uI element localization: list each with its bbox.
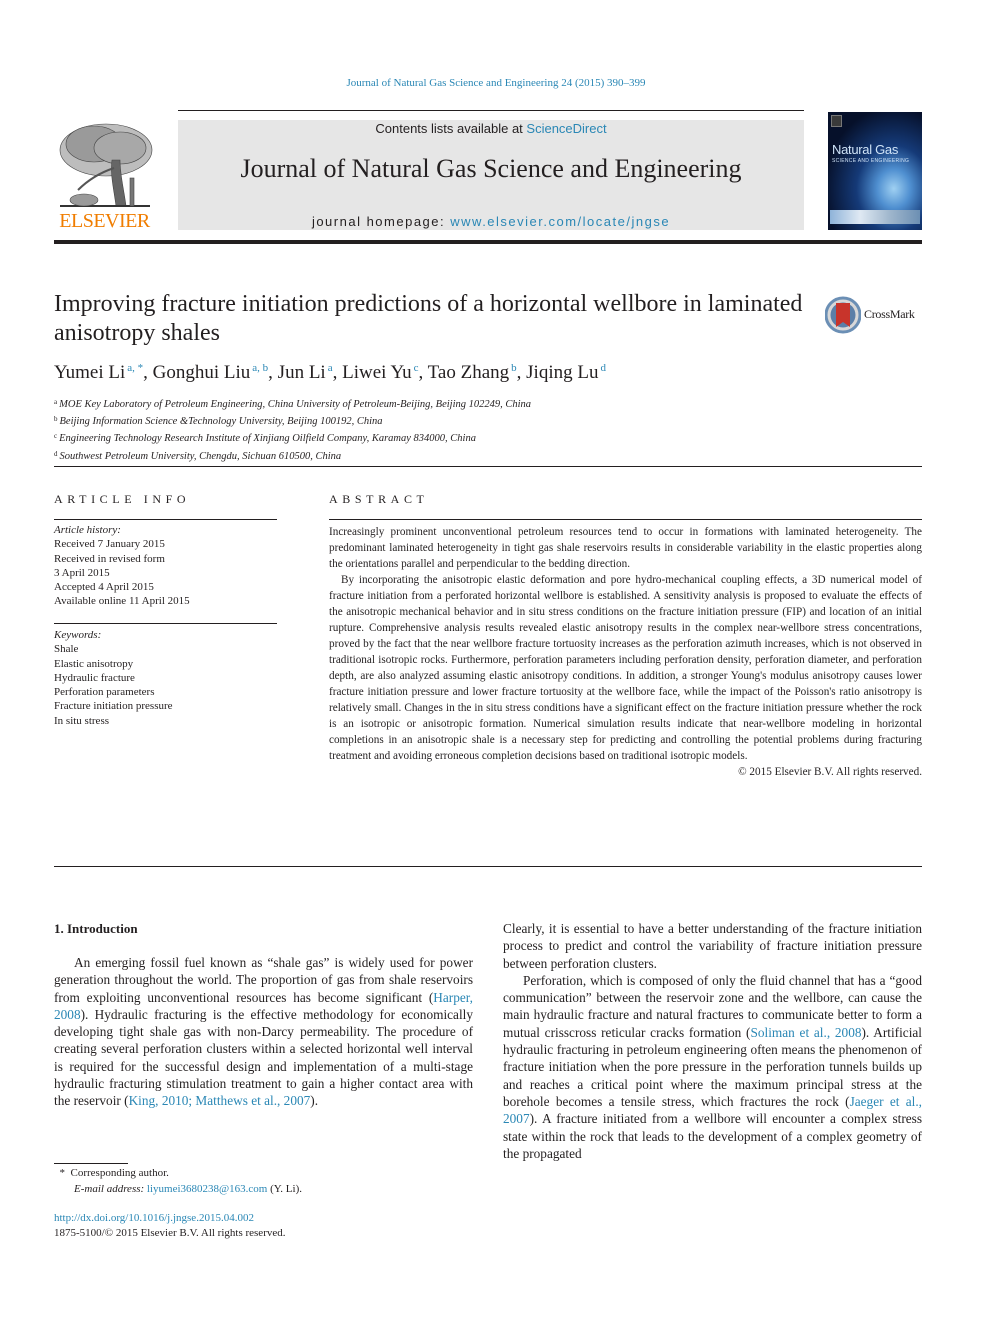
- keywords-divider: [54, 623, 277, 624]
- doi-block: http://dx.doi.org/10.1016/j.jngse.2015.0…: [54, 1211, 286, 1241]
- body-column-right: Clearly, it is essential to have a bette…: [503, 920, 922, 1162]
- article-info-heading: ARTICLE INFO: [54, 492, 191, 506]
- cover-photo-strip: [830, 210, 920, 224]
- cover-title: Natural Gas: [832, 142, 899, 157]
- abstract-paragraph: By incorporating the anisotropic elastic…: [329, 574, 922, 762]
- email-link[interactable]: liyumei3680238@163.com: [147, 1183, 267, 1195]
- citation-link[interactable]: Soliman et al., 2008: [750, 1025, 861, 1040]
- affiliation: b Beijing Information Science &Technology…: [54, 415, 383, 428]
- abstract-paragraph: Increasingly prominent unconventional pe…: [329, 526, 922, 570]
- keywords-label: Keywords:: [54, 629, 102, 641]
- history-item: Available online 11 April 2015: [54, 595, 190, 608]
- homepage-prefix: journal homepage:: [311, 214, 451, 229]
- abstract-heading: ABSTRACT: [329, 492, 429, 506]
- body-paragraph: Clearly, it is essential to have a bette…: [503, 921, 922, 971]
- contents-prefix: Contents lists available at: [375, 121, 527, 136]
- email-note: E-mail address: liyumei3680238@163.com (…: [74, 1183, 302, 1195]
- keyword: Shale: [54, 643, 79, 656]
- corresponding-author-note: * Corresponding author.: [59, 1167, 169, 1179]
- article-info-divider: [54, 519, 277, 520]
- body-column-left: An emerging fossil fuel known as “shale …: [54, 954, 473, 1110]
- affiliations: a MOE Key Laboratory of Petroleum Enginee…: [54, 395, 531, 464]
- abstract-divider: [329, 519, 922, 520]
- homepage-line: journal homepage: www.elsevier.com/locat…: [178, 214, 804, 229]
- doi-link[interactable]: http://dx.doi.org/10.1016/j.jngse.2015.0…: [54, 1212, 254, 1224]
- author[interactable]: Gonghui Liu a, b: [153, 362, 269, 383]
- masthead-top-rule: [178, 110, 804, 111]
- footnotes: * Corresponding author. E-mail address: …: [54, 1165, 303, 1197]
- keyword: Hydraulic fracture: [54, 671, 135, 684]
- elsevier-logo[interactable]: ELSEVIER: [54, 120, 155, 234]
- author[interactable]: Jun Li a: [278, 362, 333, 383]
- citation-link[interactable]: King, 2010; Matthews et al., 2007: [129, 1093, 311, 1108]
- affiliation: c Engineering Technology Research Institu…: [54, 432, 476, 445]
- introduction-heading: 1. Introduction: [54, 921, 138, 936]
- keyword: In situ stress: [54, 714, 109, 727]
- keyword: Fracture initiation pressure: [54, 700, 173, 713]
- masthead: Contents lists available at ScienceDirec…: [178, 120, 804, 230]
- article-history-label: Article history:: [54, 524, 121, 536]
- issn-copyright: 1875-5100/© 2015 Elsevier B.V. All right…: [54, 1227, 286, 1239]
- cover-elsevier-badge-icon: [831, 115, 842, 127]
- journal-title: Journal of Natural Gas Science and Engin…: [240, 154, 742, 183]
- elsevier-tree-icon: [59, 123, 153, 207]
- body-paragraph: An emerging fossil fuel known as “shale …: [54, 955, 473, 1109]
- keywords: Keywords: Shale Elastic anisotropy Hydra…: [54, 628, 173, 728]
- abstract-body: Increasingly prominent unconventional pe…: [329, 524, 922, 780]
- author[interactable]: Jiqing Lu d: [526, 362, 606, 383]
- crossmark-icon: [825, 296, 861, 334]
- author[interactable]: Liwei Yu c: [342, 362, 418, 383]
- history-item: Received in revised form: [54, 552, 165, 565]
- article-title: Improving fracture initiation prediction…: [54, 291, 803, 346]
- crossmark-label: CrossMark: [864, 307, 915, 321]
- author[interactable]: Yumei Li a, *: [54, 362, 143, 383]
- journal-cover-image[interactable]: Natural Gas SCIENCE AND ENGINEERING: [828, 112, 922, 230]
- header-divider: [54, 466, 922, 467]
- history-item: Accepted 4 April 2015: [54, 581, 154, 594]
- history-item: Received 7 January 2015: [54, 538, 165, 551]
- author-list: Yumei Li a, *, Gonghui Liu a, b, Jun Li a, …: [54, 362, 606, 383]
- author[interactable]: Tao Zhang b: [428, 362, 517, 383]
- history-item: 3 April 2015: [54, 566, 110, 579]
- elsevier-wordmark: ELSEVIER: [59, 210, 150, 232]
- keyword: Perforation parameters: [54, 686, 155, 699]
- cover-subtitle: SCIENCE AND ENGINEERING: [832, 158, 910, 164]
- abstract-bottom-divider: [54, 866, 922, 867]
- journal-homepage-link[interactable]: www.elsevier.com/locate/jngse: [450, 214, 670, 229]
- masthead-bottom-rule: [54, 240, 922, 244]
- crossmark-button[interactable]: CrossMark: [825, 296, 925, 336]
- abstract-copyright: © 2015 Elsevier B.V. All rights reserved…: [738, 766, 922, 778]
- affiliation: a MOE Key Laboratory of Petroleum Enginee…: [54, 398, 532, 410]
- journal-reference[interactable]: Journal of Natural Gas Science and Engin…: [0, 77, 992, 89]
- contents-line: Contents lists available at ScienceDirec…: [178, 121, 804, 136]
- sciencedirect-link[interactable]: ScienceDirect: [526, 121, 606, 136]
- footnote-divider: [54, 1163, 128, 1164]
- body-paragraph: Perforation, which is composed of only t…: [503, 972, 922, 1161]
- article-history: Article history: Received 7 January 2015…: [54, 523, 190, 609]
- keyword: Elastic anisotropy: [54, 657, 134, 670]
- affiliation: d Southwest Petroleum University, Chengdu…: [54, 449, 342, 462]
